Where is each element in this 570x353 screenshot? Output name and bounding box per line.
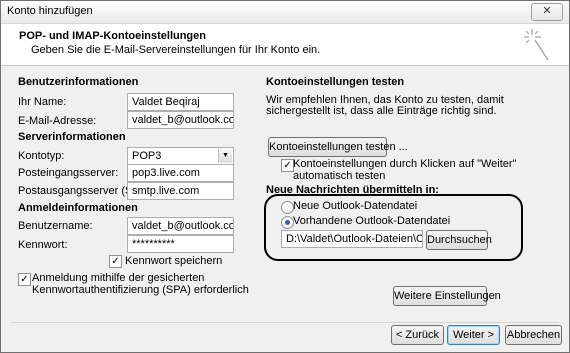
auto-test-label-line1: Kontoeinstellungen durch Klicken auf "We… bbox=[293, 158, 517, 170]
remember-password-label: Kennwort speichern bbox=[125, 255, 223, 267]
add-account-dialog: Konto hinzufügen ✕ POP- und IMAP-Kontoei… bbox=[0, 0, 570, 353]
footer-divider bbox=[11, 322, 559, 323]
username-label: Benutzername: bbox=[18, 220, 93, 232]
close-button[interactable]: ✕ bbox=[531, 3, 563, 21]
username-input[interactable]: valdet_b@outlook.com bbox=[127, 217, 234, 235]
password-label: Kennwort: bbox=[18, 239, 68, 251]
incoming-server-input[interactable]: pop3.live.com bbox=[127, 164, 234, 182]
section-server-info: Serverinformationen bbox=[18, 131, 126, 143]
email-label: E-Mail-Adresse: bbox=[18, 115, 97, 127]
back-button[interactable]: < Zurück bbox=[391, 325, 444, 345]
title-bar: Konto hinzufügen ✕ bbox=[1, 1, 569, 24]
section-test-settings: Kontoeinstellungen testen bbox=[266, 76, 405, 88]
spa-label-line1: Anmeldung mithilfe der gesicherten bbox=[32, 272, 205, 284]
wizard-wand-icon bbox=[524, 29, 549, 61]
account-type-value: POP3 bbox=[132, 150, 162, 162]
name-label: Ihr Name: bbox=[18, 96, 67, 108]
outgoing-server-input[interactable]: smtp.live.com bbox=[127, 182, 234, 200]
spa-checkbox[interactable]: ✓ bbox=[18, 273, 31, 286]
radio-selected-dot bbox=[285, 220, 290, 225]
spa-label-line2: Kennwortauthentifizierung (SPA) erforder… bbox=[32, 284, 249, 296]
section-user-info: Benutzerinformationen bbox=[18, 76, 139, 88]
next-button[interactable]: Weiter > bbox=[447, 325, 500, 345]
test-settings-button[interactable]: Kontoeinstellungen testen ... bbox=[268, 137, 408, 157]
password-input[interactable]: ********** bbox=[127, 235, 234, 253]
test-description-line2: sichergestellt ist, dass alle Einträge r… bbox=[266, 105, 497, 117]
chevron-down-icon[interactable]: ▼ bbox=[218, 149, 232, 163]
remember-password-checkbox[interactable]: ✓ bbox=[109, 255, 122, 268]
email-input[interactable]: valdet_b@outlook.com bbox=[127, 111, 234, 129]
account-type-select[interactable]: POP3 ▼ bbox=[127, 147, 234, 165]
header-subtitle: Geben Sie die E-Mail-Servereinstellungen… bbox=[31, 44, 321, 56]
browse-button[interactable]: Durchsuchen bbox=[426, 230, 492, 250]
section-login-info: Anmeldeinformationen bbox=[18, 202, 138, 214]
incoming-server-label: Posteingangsserver: bbox=[18, 167, 119, 179]
auto-test-label-line2: automatisch testen bbox=[293, 170, 386, 182]
existing-datafile-label: Vorhandene Outlook-Datendatei bbox=[293, 215, 451, 227]
window-title: Konto hinzufügen bbox=[7, 5, 93, 17]
more-settings-button[interactable]: Weitere Einstellungen bbox=[393, 286, 501, 306]
new-datafile-label: Neue Outlook-Datendatei bbox=[293, 200, 418, 212]
cancel-button[interactable]: Abbrechen bbox=[505, 325, 562, 345]
dialog-header: POP- und IMAP-Kontoeinstellungen Geben S… bbox=[1, 24, 569, 66]
name-input[interactable]: Valdet Beqiraj bbox=[127, 93, 234, 111]
datafile-path-input[interactable]: D:\Valdet\Outlook-Dateien\Outlook bbox=[281, 230, 423, 248]
account-type-label: Kontotyp: bbox=[18, 150, 65, 162]
header-title: POP- und IMAP-Kontoeinstellungen bbox=[19, 30, 206, 42]
